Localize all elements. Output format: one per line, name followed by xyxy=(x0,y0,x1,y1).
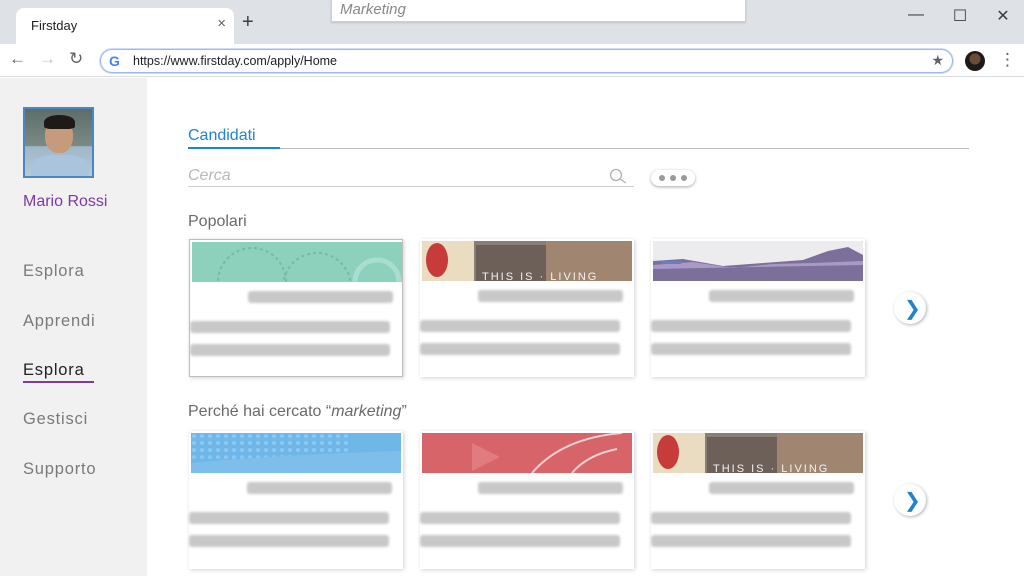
section-search-title: Perché hai cercato “marketing” xyxy=(188,403,407,421)
user-name[interactable]: Mario Rossi xyxy=(23,193,107,211)
close-window-button[interactable]: ✕ xyxy=(993,6,1013,26)
browser-tab[interactable]: Firstday × xyxy=(16,8,234,44)
search-icon[interactable] xyxy=(608,167,628,187)
search-title-suffix: ” xyxy=(401,403,407,420)
minimize-button[interactable]: — xyxy=(906,6,926,24)
search-field[interactable] xyxy=(188,163,634,187)
search-title-term: marketing xyxy=(331,403,402,420)
tab-candidati[interactable]: Candidati xyxy=(188,127,256,145)
course-card[interactable] xyxy=(420,431,634,569)
kebab-menu-icon[interactable]: ⋮ xyxy=(999,50,1016,70)
browser-titlebar: Firstday × + Marketing — ☐ ✕ xyxy=(0,0,1024,44)
star-icon[interactable]: ★ xyxy=(931,52,944,69)
new-tab-button[interactable]: + xyxy=(242,12,254,32)
more-options-icon[interactable] xyxy=(651,170,695,186)
tab-divider xyxy=(188,148,969,149)
next-search-results-button[interactable]: ❯ xyxy=(894,484,926,516)
sidebar: Mario Rossi Esplora Apprendi Esplora Ges… xyxy=(0,78,147,576)
next-popular-button[interactable]: ❯ xyxy=(894,292,926,324)
card-thumbnail xyxy=(192,242,402,282)
maximize-button[interactable]: ☐ xyxy=(950,6,970,26)
google-icon: G xyxy=(109,53,120,69)
tab-close-icon[interactable]: × xyxy=(217,15,226,32)
course-card[interactable] xyxy=(189,239,403,377)
card-thumbnail xyxy=(422,433,632,473)
sidebar-item-esplora[interactable]: Esplora xyxy=(23,262,85,281)
forward-icon[interactable]: → xyxy=(39,49,56,69)
browser-toolbar: ← → ↻ G https://www.firstday.com/apply/H… xyxy=(0,44,1024,77)
chevron-right-icon: ❯ xyxy=(904,296,921,320)
url-text[interactable]: https://www.firstday.com/apply/Home xyxy=(133,54,337,68)
search-title-prefix: Perché hai cercato “ xyxy=(188,403,332,420)
tab-active-underline xyxy=(188,147,280,149)
overlay-search-box[interactable]: Marketing xyxy=(331,0,746,22)
profile-avatar-icon[interactable] xyxy=(965,51,985,71)
user-avatar xyxy=(23,107,94,178)
section-popular-title: Popolari xyxy=(188,213,247,230)
course-card[interactable]: THIS IS · LIVING xyxy=(420,239,634,377)
card-thumbnail xyxy=(653,241,863,281)
sidebar-item-gestisci[interactable]: Gestisci xyxy=(23,410,88,429)
address-bar[interactable]: G https://www.firstday.com/apply/Home ★ xyxy=(100,49,953,73)
card-thumbnail: THIS IS · LIVING xyxy=(653,433,863,473)
course-card[interactable] xyxy=(651,239,865,377)
back-icon[interactable]: ← xyxy=(9,49,26,69)
sidebar-item-supporto[interactable]: Supporto xyxy=(23,460,96,479)
overlay-search-text: Marketing xyxy=(340,1,406,18)
card-thumbnail xyxy=(191,433,401,473)
search-input[interactable] xyxy=(188,163,588,185)
sidebar-item-apprendi[interactable]: Apprendi xyxy=(23,312,95,331)
sidebar-item-esplora-active[interactable]: Esplora xyxy=(23,361,85,380)
course-card[interactable] xyxy=(189,431,403,569)
tab-title: Firstday xyxy=(31,18,78,33)
chevron-right-icon: ❯ xyxy=(904,488,921,512)
reload-icon[interactable]: ↻ xyxy=(69,49,83,69)
active-nav-underline xyxy=(23,381,94,383)
course-card[interactable]: THIS IS · LIVING xyxy=(651,431,865,569)
card-thumbnail: THIS IS · LIVING xyxy=(422,241,632,281)
